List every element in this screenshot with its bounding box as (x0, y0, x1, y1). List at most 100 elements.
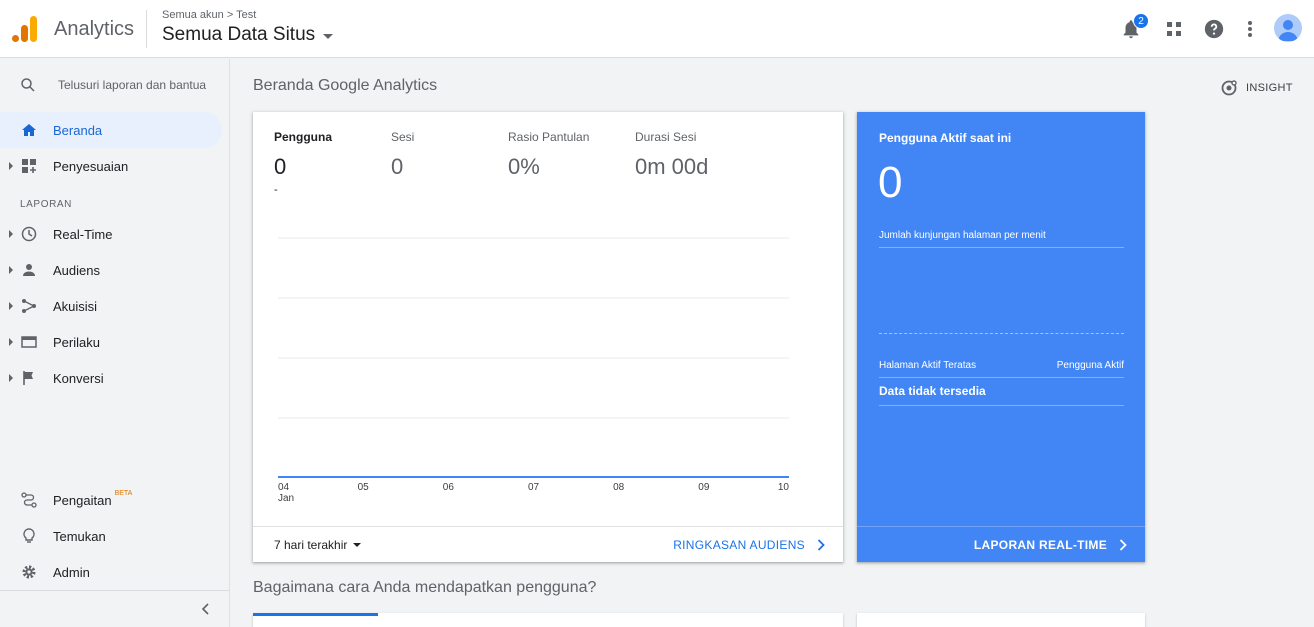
sidebar-search[interactable]: Telusuri laporan dan bantua (0, 59, 230, 111)
metric-tab-rasio-pantulan[interactable]: Rasio Pantulan 0% (508, 130, 589, 180)
realtime-divider (879, 247, 1124, 248)
user-avatar[interactable] (1274, 14, 1302, 42)
behavior-icon (21, 336, 37, 348)
lightbulb-icon (23, 528, 35, 543)
dashboard-icon (22, 159, 36, 173)
x-tick-label: 10 (778, 482, 790, 493)
section-label-laporan: LAPORAN (20, 199, 72, 210)
metric-label: Sesi (391, 130, 415, 144)
gear-icon (22, 565, 36, 579)
realtime-card: Pengguna Aktif saat ini 0 Jumlah kunjung… (857, 112, 1145, 562)
help-icon[interactable] (1203, 18, 1225, 40)
collapse-chevron-left-icon[interactable] (200, 603, 212, 615)
avatar-person-icon (1278, 20, 1298, 41)
date-range-label: 7 hari terakhir (274, 538, 348, 552)
top-app-bar: Analytics Semua akun > Test Semua Data S… (0, 0, 1314, 58)
sidebar-item-konversi[interactable]: Konversi (0, 360, 222, 396)
search-placeholder: Telusuri laporan dan bantua (58, 78, 207, 92)
apps-grid-icon[interactable] (1163, 18, 1185, 40)
realtime-subtitle: Jumlah kunjungan halaman per menit (879, 230, 1046, 241)
sidebar-item-penyesuaian[interactable]: Penyesuaian (0, 148, 222, 184)
realtime-divider (879, 377, 1124, 378)
search-icon (21, 78, 35, 92)
realtime-col-pages: Halaman Aktif Teratas (879, 360, 977, 371)
sidebar-item-perilaku[interactable]: Perilaku (0, 324, 222, 360)
realtime-footer: LAPORAN REAL-TIME (857, 526, 1145, 562)
analytics-logo-icon[interactable] (12, 16, 38, 42)
breadcrumb[interactable]: Semua akun > Test (162, 9, 256, 21)
sidebar-item-label: Pengaitan BETA (53, 490, 133, 508)
realtime-report-link[interactable]: LAPORAN REAL-TIME (974, 538, 1127, 552)
metric-change: - (274, 184, 278, 196)
sidebar-item-label: Real-Time (53, 227, 113, 242)
sidebar-item-beranda[interactable]: Beranda (0, 112, 222, 148)
metric-label: Rasio Pantulan (508, 130, 590, 144)
insight-icon (1221, 80, 1237, 96)
flag-icon (23, 371, 33, 385)
header-divider (146, 10, 147, 48)
acquisition-section-title: Bagaimana cara Anda mendapatkan pengguna… (253, 579, 597, 596)
chevron-right-icon (817, 539, 825, 551)
x-tick-label: 06 (443, 482, 455, 493)
caret-down-icon (353, 543, 362, 547)
acquisition-card (253, 613, 843, 627)
sidebar-item-real-time[interactable]: Real-Time (0, 216, 222, 252)
app-name: Analytics (54, 18, 135, 40)
sidebar-item-text: Pengaitan (53, 493, 112, 508)
metric-tab-pengguna[interactable]: Pengguna 0 (274, 130, 332, 180)
realtime-no-data: Data tidak tersedia (879, 384, 986, 398)
sidebar-item-admin[interactable]: Admin (0, 554, 222, 590)
users-line-chart: 04 05 06 07 08 09 10 Jan (278, 237, 790, 504)
insight-label: INSIGHT (1246, 82, 1293, 94)
page-title: Beranda Google Analytics (253, 77, 438, 94)
attribution-icon (21, 492, 37, 508)
insight-button[interactable]: INSIGHT (1220, 79, 1293, 97)
realtime-sparkline-baseline (879, 333, 1124, 334)
metric-tab-sesi[interactable]: Sesi 0 (391, 130, 414, 180)
expand-arrow-icon (9, 338, 13, 346)
sidebar-item-label: Perilaku (53, 335, 100, 350)
card-footer: 7 hari terakhir RINGKASAN AUDIENS (253, 526, 843, 562)
expand-arrow-icon (9, 230, 13, 238)
home-icon (22, 124, 36, 136)
sidebar-item-pengaitan[interactable]: Pengaitan BETA (0, 482, 222, 518)
realtime-col-users: Pengguna Aktif (1056, 360, 1124, 371)
sidebar-item-label: Admin (53, 565, 90, 580)
audience-overview-link[interactable]: RINGKASAN AUDIENS (673, 538, 825, 552)
caret-down-icon (323, 33, 334, 39)
realtime-value: 0 (878, 158, 903, 207)
chevron-right-icon (1119, 539, 1127, 551)
expand-arrow-icon (9, 266, 13, 274)
audience-overview-link-label: RINGKASAN AUDIENS (673, 538, 805, 552)
more-vert-icon[interactable] (1239, 18, 1261, 40)
sidebar-item-label: Audiens (53, 263, 100, 278)
metric-value: 0% (508, 154, 540, 179)
sidebar-item-akuisisi[interactable]: Akuisisi (0, 288, 222, 324)
person-icon (23, 264, 35, 276)
beta-badge: BETA (114, 490, 133, 497)
metric-tab-durasi-sesi[interactable]: Durasi Sesi 0m 00d (635, 130, 708, 180)
realtime-report-link-label: LAPORAN REAL-TIME (973, 538, 1107, 552)
x-tick-label: 07 (528, 482, 540, 493)
sidebar-divider (0, 590, 230, 591)
account-title: Semua Data Situs (162, 24, 316, 45)
notification-badge: 2 (1133, 13, 1149, 29)
account-selector[interactable]: Semua Data Situs (162, 24, 334, 46)
x-tick-label: 04 (278, 482, 290, 493)
x-tick-label: 09 (698, 482, 710, 493)
date-range-dropdown[interactable]: 7 hari terakhir (274, 538, 362, 552)
expand-arrow-icon (9, 162, 13, 170)
sidebar-item-temukan[interactable]: Temukan (0, 518, 222, 554)
expand-arrow-icon (9, 374, 13, 382)
sidebar: Telusuri laporan dan bantua Beranda Peny… (0, 59, 230, 627)
secondary-card (857, 613, 1145, 627)
sidebar-item-label: Penyesuaian (53, 159, 129, 174)
audience-overview-card: Pengguna 0 Sesi 0 Rasio Pantulan 0% Dura… (253, 112, 843, 562)
realtime-title: Pengguna Aktif saat ini (879, 131, 1012, 145)
metric-label: Pengguna (274, 130, 333, 144)
sidebar-item-label: Konversi (53, 371, 104, 386)
clock-icon (21, 226, 37, 242)
sidebar-item-audiens[interactable]: Audiens (0, 252, 222, 288)
metric-value: 0m 00d (635, 154, 709, 179)
metric-value: 0 (391, 154, 404, 179)
